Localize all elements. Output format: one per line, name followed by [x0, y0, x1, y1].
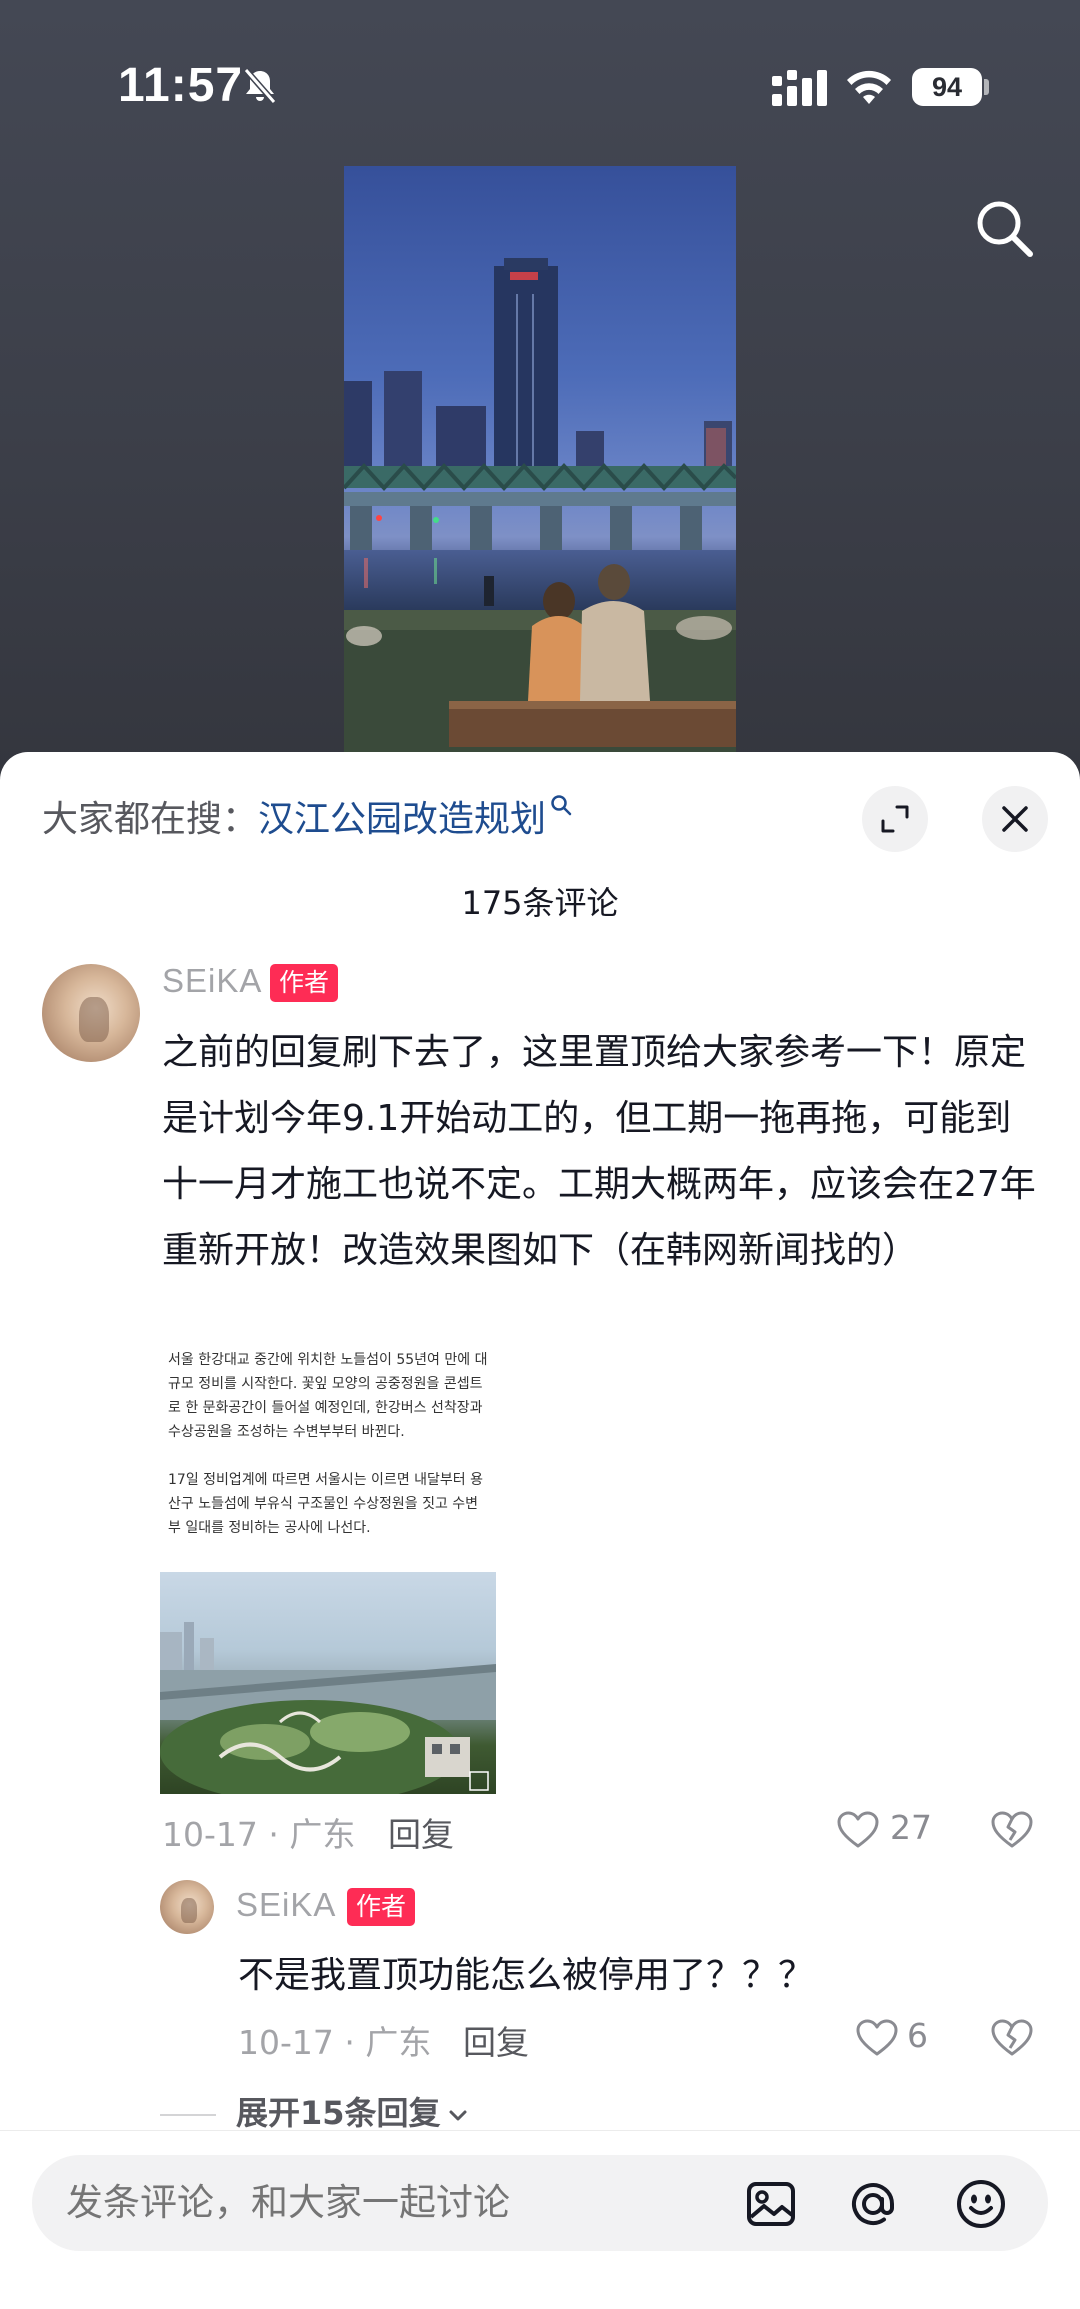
divider-line — [160, 2114, 216, 2116]
search-icon[interactable] — [972, 196, 1036, 260]
close-icon — [1002, 806, 1028, 832]
search-icon — [551, 795, 572, 816]
wifi-icon — [847, 70, 891, 104]
battery-nub — [984, 79, 989, 95]
image-icon[interactable] — [744, 2177, 798, 2231]
reply-username[interactable]: SEiKA — [236, 1886, 336, 1924]
comment-input[interactable] — [66, 2181, 706, 2224]
author-badge: 作者 — [347, 1888, 416, 1926]
close-button[interactable] — [982, 786, 1048, 852]
expand-icon — [881, 805, 909, 833]
expand-replies-label: 展开15条回复 — [236, 2094, 441, 2132]
broken-heart-icon[interactable] — [990, 2018, 1034, 2058]
reply-text: 不是我置顶功能怎么被停用了？？？ — [238, 1955, 815, 1996]
comment-meta: 10-17 · 广东 — [162, 1815, 356, 1854]
reply-meta: 10-17 · 广东 — [238, 2023, 432, 2062]
expand-button[interactable] — [862, 786, 928, 852]
trending-search-term[interactable]: 汉江公园改造规划 — [258, 799, 546, 840]
avatar[interactable] — [42, 964, 140, 1062]
video-thumbnail[interactable] — [344, 166, 736, 764]
cellular-signal-icon — [772, 70, 827, 106]
status-bar: 11:57 94 — [0, 0, 1080, 180]
reply-button[interactable]: 回复 — [463, 2016, 529, 2064]
avatar[interactable] — [160, 1880, 214, 1934]
emoji-icon[interactable] — [954, 2177, 1008, 2231]
comment-username[interactable]: SEiKA — [162, 962, 262, 1000]
bell-slash-icon — [243, 68, 277, 104]
heart-icon[interactable] — [855, 2018, 899, 2058]
comment-image-rendering[interactable] — [160, 1572, 496, 1794]
nodeul-island-rendering — [160, 1622, 496, 1794]
expand-replies-button[interactable]: 展开15条回复 — [160, 2088, 469, 2134]
article-paragraph: 서울 한강대교 중간에 위치한 노들섬이 55년여 만에 대규모 정비를 시작한… — [168, 1352, 488, 1440]
battery-level: 94 — [912, 68, 982, 106]
heart-icon[interactable] — [836, 1810, 880, 1850]
comment-input-bar — [0, 2130, 1080, 2309]
han-river-scene — [344, 258, 736, 764]
status-time: 11:57 — [118, 59, 244, 112]
comment-input-pill[interactable] — [32, 2155, 1048, 2251]
comment-image-article[interactable]: 서울 한강대교 중간에 위치한 노들섬이 55년여 만에 대규모 정비를 시작한… — [160, 1348, 496, 1564]
chevron-down-icon — [449, 2110, 467, 2121]
comment-sheet: 大家都在搜：汉江公园改造规划 175条评论 SEiKA 作者 之前的回复刷下去了… — [0, 752, 1080, 2309]
reply-button[interactable]: 回复 — [388, 1808, 454, 1856]
like-count: 6 — [907, 2016, 928, 2055]
article-paragraph: 17일 정비업계에 따르면 서울시는 이르면 내달부터 용산구 노들섬에 부유식… — [168, 1472, 483, 1536]
at-icon[interactable] — [846, 2177, 900, 2231]
comment-text: 之前的回复刷下去了，这里置顶给大家参考一下！原定是计划今年9.1开始动工的，但工… — [162, 1032, 1036, 1271]
trending-search-hint[interactable]: 大家都在搜：汉江公园改造规划 — [42, 790, 572, 842]
video-background[interactable]: 11:57 94 — [0, 0, 1080, 780]
author-badge: 作者 — [270, 964, 339, 1002]
broken-heart-icon[interactable] — [990, 1810, 1034, 1850]
trending-search-prefix: 大家都在搜： — [42, 799, 259, 840]
like-count: 27 — [890, 1808, 932, 1847]
comment-count-title: 175条评论 — [461, 884, 619, 922]
